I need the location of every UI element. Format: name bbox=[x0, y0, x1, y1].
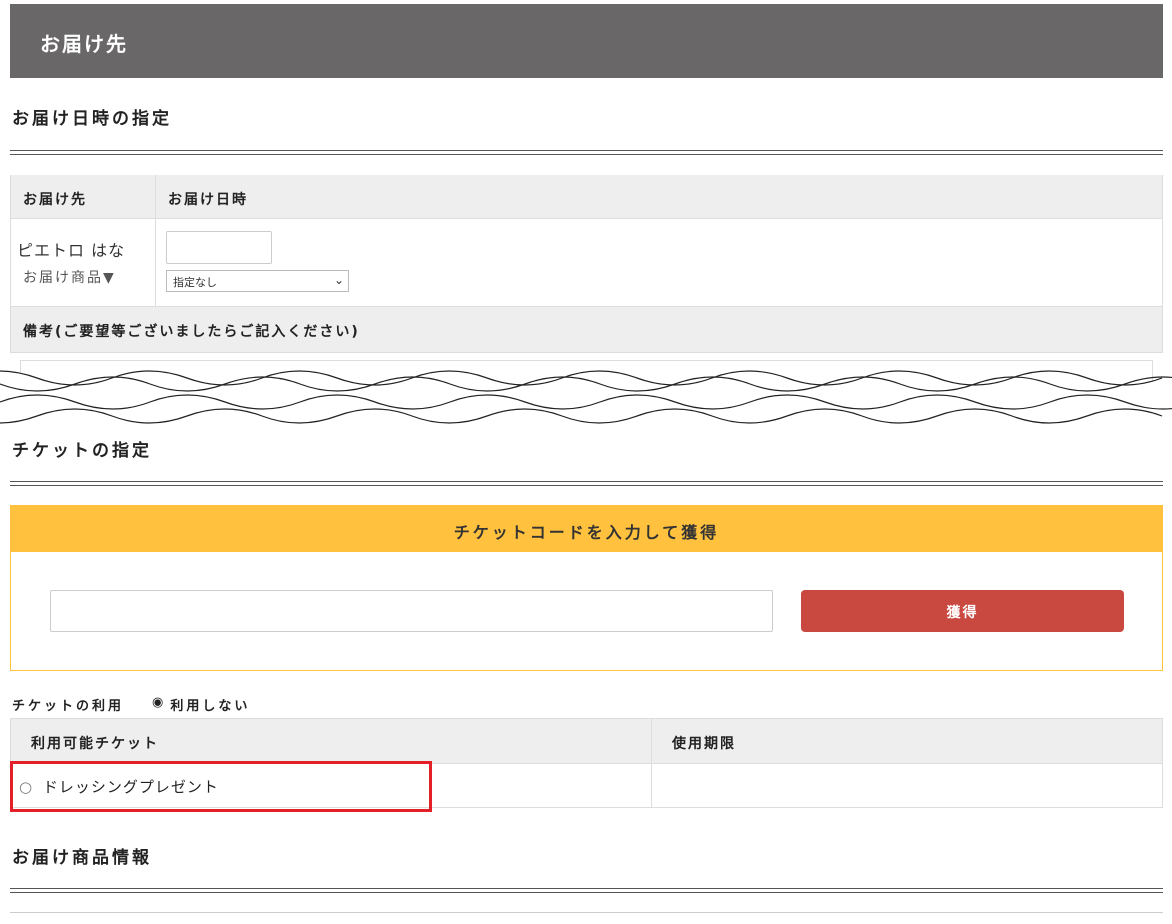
time-select-value: 指定なし bbox=[173, 276, 217, 289]
delivery-section-title: お届け日時の指定 bbox=[12, 109, 172, 129]
delivery-table: お届け先 お届け日時 ピエトロ はな お届け商品▼ 指定なし ⌄ 備考(ご要望等… bbox=[10, 175, 1163, 353]
delivery-row: ピエトロ はな お届け商品▼ 指定なし ⌄ bbox=[11, 219, 1162, 307]
delivery-date-input[interactable] bbox=[166, 231, 272, 264]
divider bbox=[10, 912, 1163, 924]
chevron-down-icon: ⌄ bbox=[333, 273, 344, 287]
recipient-name: ピエトロ はな bbox=[17, 241, 126, 260]
highlight-box bbox=[10, 761, 432, 812]
ticket-use-line: チケットの利用 ◉ 利用しない bbox=[12, 695, 250, 714]
no-use-radio[interactable]: ◉ 利用しない bbox=[152, 695, 250, 714]
recipient-cell: ピエトロ はな お届け商品▼ bbox=[11, 219, 156, 306]
divider bbox=[10, 150, 1163, 155]
ticket-section-title: チケットの指定 bbox=[12, 441, 152, 461]
radio-selected-icon: ◉ bbox=[152, 695, 167, 710]
divider bbox=[10, 481, 1163, 486]
col-datetime: お届け日時 bbox=[168, 192, 248, 208]
no-use-radio-label: 利用しない bbox=[170, 699, 251, 714]
ticket-code-box: チケットコードを入力して獲得 獲得 bbox=[10, 505, 1163, 671]
col-available-ticket: 利用可能チケット bbox=[11, 719, 652, 763]
delivery-time-select[interactable]: 指定なし ⌄ bbox=[166, 270, 349, 292]
cut-wave-divider bbox=[0, 370, 1172, 424]
ticket-use-label: チケットの利用 bbox=[12, 699, 125, 714]
divider bbox=[10, 888, 1163, 893]
col-expiry: 使用期限 bbox=[672, 736, 736, 752]
ticket-expiry bbox=[652, 764, 672, 807]
page-title: お届け先 bbox=[40, 32, 128, 56]
acquire-button[interactable]: 獲得 bbox=[801, 590, 1124, 632]
notes-label: 備考(ご要望等ございましたらご記入ください) bbox=[11, 307, 1162, 353]
ticket-table-header: 利用可能チケット 使用期限 bbox=[11, 719, 1162, 764]
goods-toggle[interactable]: お届け商品▼ bbox=[17, 267, 155, 287]
page-header: お届け先 bbox=[10, 4, 1163, 78]
ticket-code-input[interactable] bbox=[50, 590, 773, 632]
goods-section-title: お届け商品情報 bbox=[12, 848, 152, 868]
datetime-cell: 指定なし ⌄ bbox=[156, 219, 349, 306]
ticket-code-title: チケットコードを入力して獲得 bbox=[11, 506, 1162, 552]
col-recipient: お届け先 bbox=[11, 175, 156, 218]
delivery-table-header: お届け先 お届け日時 bbox=[11, 175, 1162, 219]
